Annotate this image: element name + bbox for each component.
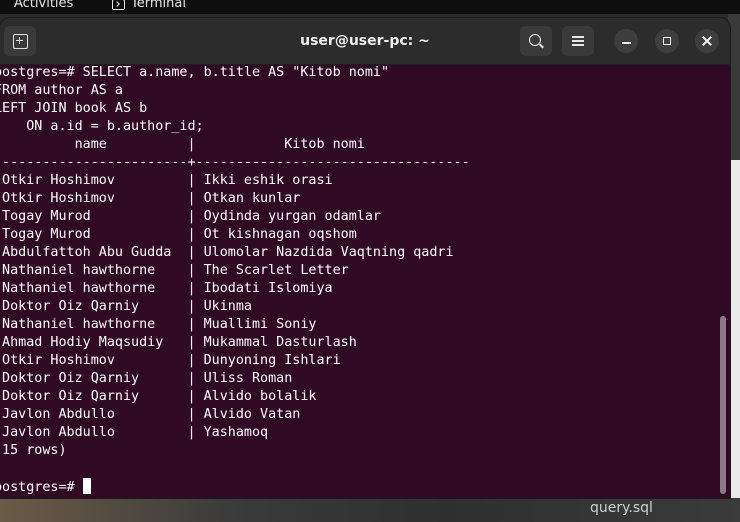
new-tab-button[interactable] (4, 26, 36, 56)
background-panel (730, 160, 740, 500)
close-icon (702, 36, 712, 46)
terminal-icon (112, 0, 125, 10)
terminal-output[interactable]: postgres=# SELECT a.name, b.title AS "Ki… (0, 64, 720, 498)
new-tab-icon (12, 33, 28, 49)
terminal-line: Otkir Hoshimov | Otkan kunlar (0, 190, 300, 208)
terminal-line: Nathaniel hawthorne | Muallimi Soniy (0, 316, 316, 334)
app-name: Terminal (131, 0, 186, 11)
app-menu[interactable]: Terminal (112, 0, 186, 11)
terminal-line-text: Togay Murod | Oydinda yurgan odamlar (0, 209, 381, 224)
maximize-icon (663, 37, 671, 45)
terminal-line: Abdulfattoh Abu Gudda | Ulomolar Nazdida… (0, 244, 454, 262)
activities-button[interactable]: Activities (14, 0, 73, 11)
terminal-line: Ahmad Hodiy Maqsudiy | Mukammal Dasturla… (0, 334, 357, 352)
terminal-line-text: FROM author AS a (0, 83, 123, 98)
prompt-line: postgres=# (0, 478, 91, 496)
terminal-line-text: Nathaniel hawthorne | Ibodati Islomiya (0, 281, 333, 296)
terminal-line-text: Doktor Oiz Qarniy | Uliss Roman (0, 371, 293, 386)
terminal-line-text: Nathaniel hawthorne | Muallimi Soniy (0, 317, 317, 332)
terminal-line-text: Ahmad Hodiy Maqsudiy | Mukammal Dasturla… (0, 335, 357, 350)
minimize-icon (621, 42, 631, 44)
terminal-line-text: Javlon Abdullo | Alvido Vatan (0, 407, 301, 422)
menu-button[interactable] (562, 26, 594, 56)
terminal-line: LEFT JOIN book AS b (0, 100, 147, 118)
terminal-line: Doktor Oiz Qarniy | Alvido bolalik (0, 388, 316, 406)
terminal-line-text: name | Kitob nomi (0, 137, 365, 152)
terminal-line: Nathaniel hawthorne | Ibodati Islomiya (0, 280, 333, 298)
terminal-line-text: LEFT JOIN book AS b (0, 101, 148, 116)
terminal-line: Otkir Hoshimov | Dunyoning Ishlari (0, 352, 341, 370)
terminal-line-text: postgres=# SELECT a.name, b.title AS "Ki… (0, 65, 390, 80)
minimize-button[interactable] (614, 29, 638, 53)
terminal-line: Javlon Abdullo | Alvido Vatan (0, 406, 300, 424)
close-button[interactable] (695, 29, 719, 53)
terminal-line: postgres=# SELECT a.name, b.title AS "Ki… (0, 64, 389, 82)
terminal-line-text: Doktor Oiz Qarniy | Alvido bolalik (0, 389, 317, 404)
text-cursor (82, 478, 91, 494)
terminal-line-text: Abdulfattoh Abu Gudda | Ulomolar Nazdida… (0, 245, 454, 260)
terminal-line: Doktor Oiz Qarniy | Ukinma (0, 298, 252, 316)
hamburger-menu-icon (572, 36, 584, 46)
terminal-line: ------------------------+---------------… (0, 154, 470, 172)
terminal-line: Togay Murod | Oydinda yurgan odamlar (0, 208, 381, 226)
top-bar: Activities Terminal (0, 0, 740, 14)
terminal-line-text: ------------------------+---------------… (0, 155, 470, 170)
terminal-line: Togay Murod | Ot kishnagan oqshom (0, 226, 357, 244)
background-file-label: query.sql (590, 500, 653, 516)
terminal-line-text: Doktor Oiz Qarniy | Ukinma (0, 299, 252, 314)
terminal-line: Otkir Hoshimov | Ikki eshik orasi (0, 172, 333, 190)
scrollbar[interactable] (720, 316, 726, 494)
terminal-line-text: ON a.id = b.author_id; (0, 119, 204, 134)
terminal-line-text: Otkir Hoshimov | Otkan kunlar (0, 191, 301, 206)
terminal-line-text: Otkir Hoshimov | Ikki eshik orasi (0, 173, 333, 188)
terminal-line-text: Nathaniel hawthorne | The Scarlet Letter (0, 263, 349, 278)
terminal-line-text: (15 rows) (0, 443, 67, 458)
terminal-line: Doktor Oiz Qarniy | Uliss Roman (0, 370, 292, 388)
terminal-line-text: Javlon Abdullo | Yashamoq (0, 425, 269, 440)
search-button[interactable] (520, 26, 552, 56)
terminal-window: user@user-pc: ~ postgres=# SELECT a.name… (0, 18, 730, 498)
title-bar: user@user-pc: ~ (0, 18, 730, 65)
terminal-line: (15 rows) (0, 442, 67, 460)
terminal-line-text: Togay Murod | Ot kishnagan oqshom (0, 227, 357, 242)
terminal-line: Javlon Abdullo | Yashamoq (0, 424, 268, 442)
terminal-line: ON a.id = b.author_id; (0, 118, 204, 136)
terminal-line: FROM author AS a (0, 82, 123, 100)
terminal-line-text: postgres=# (0, 480, 83, 495)
terminal-line: Nathaniel hawthorne | The Scarlet Letter (0, 262, 349, 280)
terminal-line-text: Otkir Hoshimov | Dunyoning Ishlari (0, 353, 341, 368)
maximize-button[interactable] (655, 29, 679, 53)
search-icon (529, 34, 541, 46)
terminal-line: name | Kitob nomi (0, 136, 365, 154)
